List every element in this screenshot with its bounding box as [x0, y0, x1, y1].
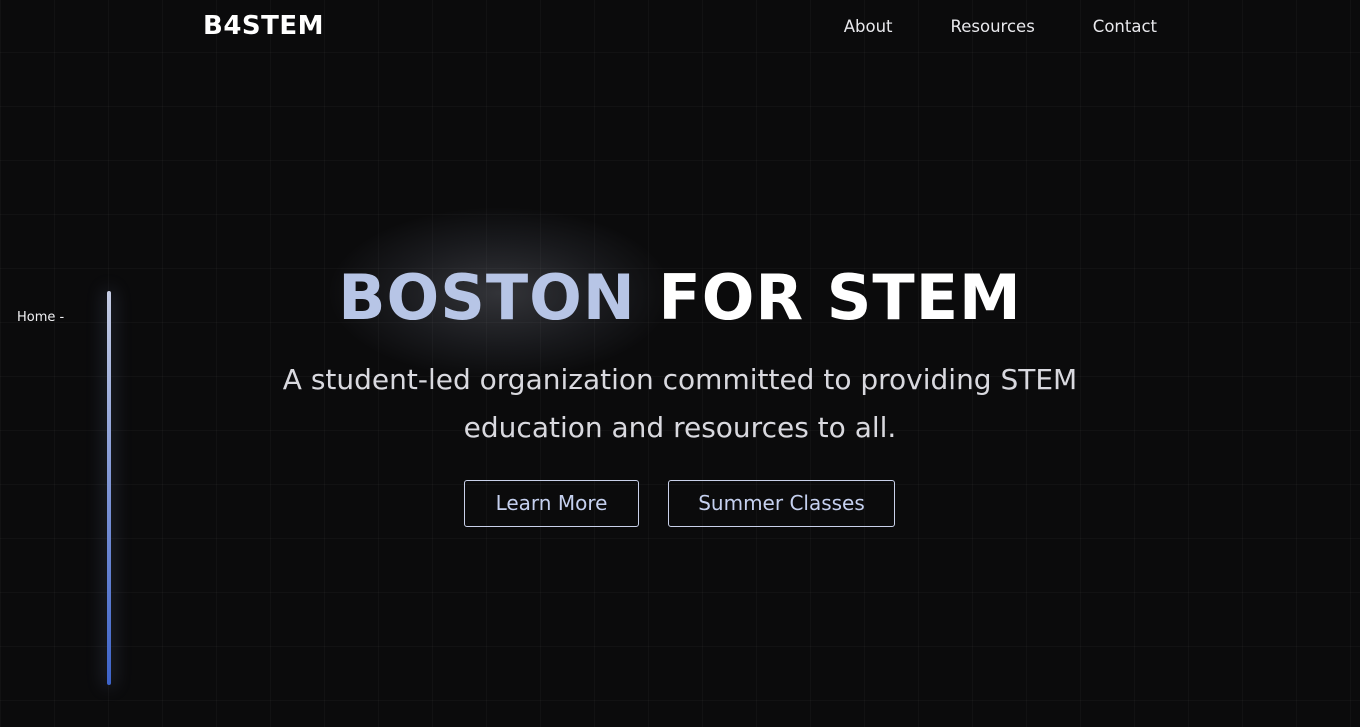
top-nav: About Resources Contact	[844, 17, 1157, 36]
hero-subtitle-line-1: A student-led organization committed to …	[282, 363, 1078, 396]
learn-more-button[interactable]: Learn More	[464, 480, 639, 527]
hero-subtitle: A student-led organization committed to …	[230, 356, 1130, 452]
summer-classes-button[interactable]: Summer Classes	[668, 480, 895, 527]
brand-logo[interactable]: B4STEM	[203, 11, 324, 41]
nav-resources-link[interactable]: Resources	[951, 17, 1035, 36]
hero-title: BOSTON FOR STEM	[0, 262, 1360, 334]
hero-subtitle-line-2: education and resources to all.	[463, 411, 897, 444]
nav-about-link[interactable]: About	[844, 17, 893, 36]
hero: BOSTON FOR STEM A student-led organizati…	[0, 262, 1360, 452]
hero-buttons: Learn More Summer Classes	[464, 480, 895, 527]
page: B4STEM About Resources Contact Home - BO…	[0, 0, 1360, 727]
nav-contact-link[interactable]: Contact	[1093, 17, 1157, 36]
hero-title-accent: BOSTON	[338, 261, 636, 334]
hero-title-main: FOR STEM	[658, 261, 1022, 334]
